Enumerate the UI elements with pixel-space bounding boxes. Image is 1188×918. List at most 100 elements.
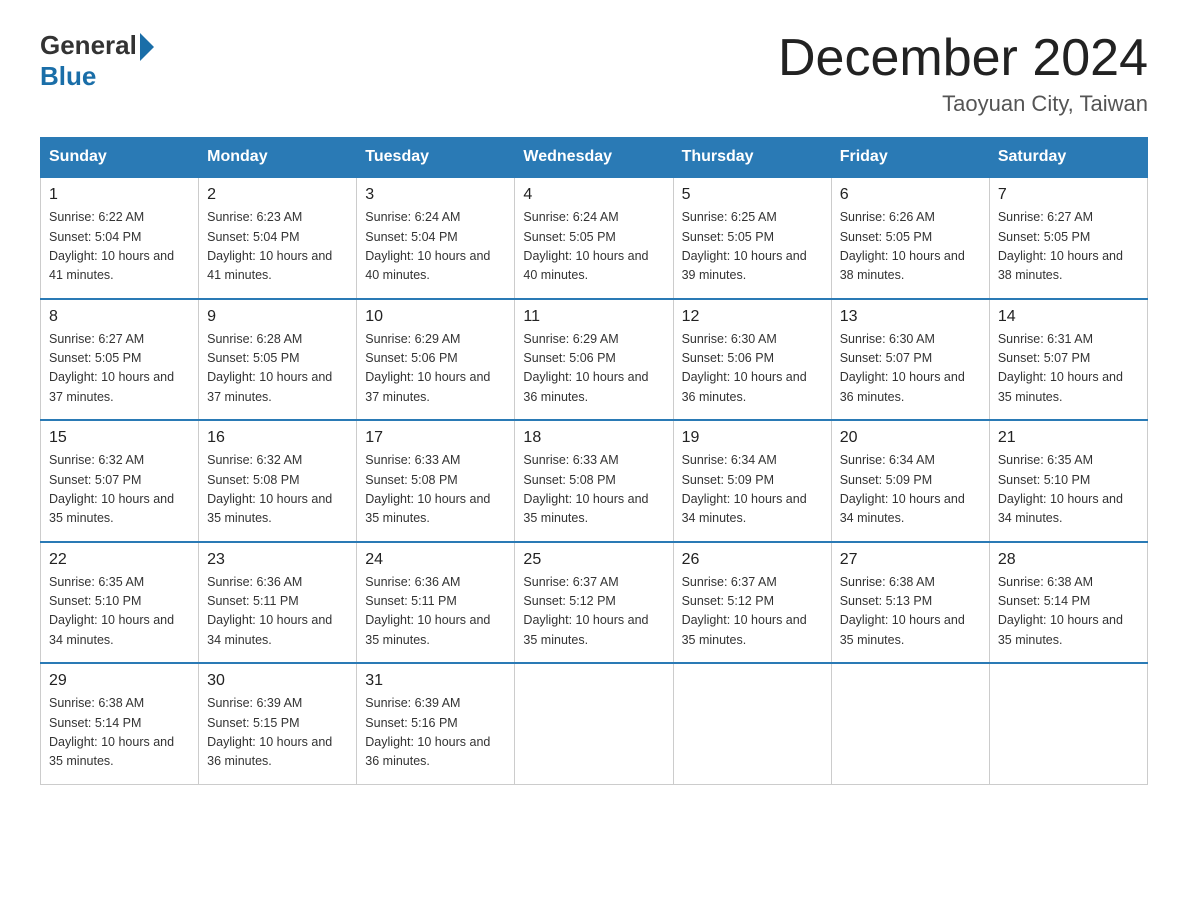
table-row: 2 Sunrise: 6:23 AMSunset: 5:04 PMDayligh…: [199, 177, 357, 299]
table-row: 22 Sunrise: 6:35 AMSunset: 5:10 PMDaylig…: [41, 542, 199, 664]
day-info: Sunrise: 6:27 AMSunset: 5:05 PMDaylight:…: [49, 330, 190, 408]
table-row: 9 Sunrise: 6:28 AMSunset: 5:05 PMDayligh…: [199, 299, 357, 421]
day-info: Sunrise: 6:32 AMSunset: 5:07 PMDaylight:…: [49, 451, 190, 529]
table-row: 5 Sunrise: 6:25 AMSunset: 5:05 PMDayligh…: [673, 177, 831, 299]
day-info: Sunrise: 6:26 AMSunset: 5:05 PMDaylight:…: [840, 208, 981, 286]
day-number: 24: [365, 551, 506, 569]
day-number: 6: [840, 186, 981, 204]
col-header-monday: Monday: [199, 138, 357, 178]
calendar-week-row: 8 Sunrise: 6:27 AMSunset: 5:05 PMDayligh…: [41, 299, 1148, 421]
logo-general-text: General: [40, 30, 137, 61]
table-row: [673, 663, 831, 784]
day-number: 2: [207, 186, 348, 204]
day-number: 3: [365, 186, 506, 204]
day-info: Sunrise: 6:38 AMSunset: 5:13 PMDaylight:…: [840, 573, 981, 651]
table-row: 11 Sunrise: 6:29 AMSunset: 5:06 PMDaylig…: [515, 299, 673, 421]
table-row: 12 Sunrise: 6:30 AMSunset: 5:06 PMDaylig…: [673, 299, 831, 421]
day-info: Sunrise: 6:28 AMSunset: 5:05 PMDaylight:…: [207, 330, 348, 408]
day-number: 15: [49, 429, 190, 447]
table-row: 24 Sunrise: 6:36 AMSunset: 5:11 PMDaylig…: [357, 542, 515, 664]
table-row: 18 Sunrise: 6:33 AMSunset: 5:08 PMDaylig…: [515, 420, 673, 542]
table-row: 19 Sunrise: 6:34 AMSunset: 5:09 PMDaylig…: [673, 420, 831, 542]
logo: General Blue: [40, 30, 154, 92]
day-info: Sunrise: 6:39 AMSunset: 5:15 PMDaylight:…: [207, 694, 348, 772]
col-header-wednesday: Wednesday: [515, 138, 673, 178]
col-header-saturday: Saturday: [989, 138, 1147, 178]
day-info: Sunrise: 6:30 AMSunset: 5:06 PMDaylight:…: [682, 330, 823, 408]
day-number: 14: [998, 308, 1139, 326]
table-row: 31 Sunrise: 6:39 AMSunset: 5:16 PMDaylig…: [357, 663, 515, 784]
table-row: [515, 663, 673, 784]
day-number: 9: [207, 308, 348, 326]
table-row: 7 Sunrise: 6:27 AMSunset: 5:05 PMDayligh…: [989, 177, 1147, 299]
day-info: Sunrise: 6:34 AMSunset: 5:09 PMDaylight:…: [840, 451, 981, 529]
day-number: 13: [840, 308, 981, 326]
day-number: 22: [49, 551, 190, 569]
day-number: 29: [49, 672, 190, 690]
day-info: Sunrise: 6:30 AMSunset: 5:07 PMDaylight:…: [840, 330, 981, 408]
table-row: 21 Sunrise: 6:35 AMSunset: 5:10 PMDaylig…: [989, 420, 1147, 542]
day-number: 7: [998, 186, 1139, 204]
day-number: 25: [523, 551, 664, 569]
table-row: 15 Sunrise: 6:32 AMSunset: 5:07 PMDaylig…: [41, 420, 199, 542]
month-title: December 2024: [778, 30, 1148, 87]
day-info: Sunrise: 6:37 AMSunset: 5:12 PMDaylight:…: [682, 573, 823, 651]
day-info: Sunrise: 6:24 AMSunset: 5:05 PMDaylight:…: [523, 208, 664, 286]
day-info: Sunrise: 6:35 AMSunset: 5:10 PMDaylight:…: [998, 451, 1139, 529]
day-number: 23: [207, 551, 348, 569]
col-header-thursday: Thursday: [673, 138, 831, 178]
day-number: 1: [49, 186, 190, 204]
day-number: 19: [682, 429, 823, 447]
day-info: Sunrise: 6:38 AMSunset: 5:14 PMDaylight:…: [998, 573, 1139, 651]
table-row: 13 Sunrise: 6:30 AMSunset: 5:07 PMDaylig…: [831, 299, 989, 421]
table-row: 30 Sunrise: 6:39 AMSunset: 5:15 PMDaylig…: [199, 663, 357, 784]
col-header-tuesday: Tuesday: [357, 138, 515, 178]
day-number: 10: [365, 308, 506, 326]
table-row: 20 Sunrise: 6:34 AMSunset: 5:09 PMDaylig…: [831, 420, 989, 542]
day-info: Sunrise: 6:39 AMSunset: 5:16 PMDaylight:…: [365, 694, 506, 772]
table-row: 26 Sunrise: 6:37 AMSunset: 5:12 PMDaylig…: [673, 542, 831, 664]
day-info: Sunrise: 6:33 AMSunset: 5:08 PMDaylight:…: [523, 451, 664, 529]
table-row: 3 Sunrise: 6:24 AMSunset: 5:04 PMDayligh…: [357, 177, 515, 299]
col-header-friday: Friday: [831, 138, 989, 178]
day-info: Sunrise: 6:24 AMSunset: 5:04 PMDaylight:…: [365, 208, 506, 286]
day-number: 21: [998, 429, 1139, 447]
table-row: 27 Sunrise: 6:38 AMSunset: 5:13 PMDaylig…: [831, 542, 989, 664]
day-info: Sunrise: 6:35 AMSunset: 5:10 PMDaylight:…: [49, 573, 190, 651]
day-info: Sunrise: 6:36 AMSunset: 5:11 PMDaylight:…: [365, 573, 506, 651]
table-row: 4 Sunrise: 6:24 AMSunset: 5:05 PMDayligh…: [515, 177, 673, 299]
calendar-header-row: Sunday Monday Tuesday Wednesday Thursday…: [41, 138, 1148, 178]
day-number: 28: [998, 551, 1139, 569]
table-row: 14 Sunrise: 6:31 AMSunset: 5:07 PMDaylig…: [989, 299, 1147, 421]
col-header-sunday: Sunday: [41, 138, 199, 178]
day-number: 20: [840, 429, 981, 447]
table-row: 10 Sunrise: 6:29 AMSunset: 5:06 PMDaylig…: [357, 299, 515, 421]
day-info: Sunrise: 6:29 AMSunset: 5:06 PMDaylight:…: [523, 330, 664, 408]
calendar-week-row: 1 Sunrise: 6:22 AMSunset: 5:04 PMDayligh…: [41, 177, 1148, 299]
day-info: Sunrise: 6:32 AMSunset: 5:08 PMDaylight:…: [207, 451, 348, 529]
day-number: 30: [207, 672, 348, 690]
page-header: General Blue December 2024 Taoyuan City,…: [40, 30, 1148, 117]
table-row: 6 Sunrise: 6:26 AMSunset: 5:05 PMDayligh…: [831, 177, 989, 299]
table-row: 23 Sunrise: 6:36 AMSunset: 5:11 PMDaylig…: [199, 542, 357, 664]
day-info: Sunrise: 6:22 AMSunset: 5:04 PMDaylight:…: [49, 208, 190, 286]
table-row: 16 Sunrise: 6:32 AMSunset: 5:08 PMDaylig…: [199, 420, 357, 542]
day-info: Sunrise: 6:25 AMSunset: 5:05 PMDaylight:…: [682, 208, 823, 286]
day-info: Sunrise: 6:36 AMSunset: 5:11 PMDaylight:…: [207, 573, 348, 651]
calendar-week-row: 29 Sunrise: 6:38 AMSunset: 5:14 PMDaylig…: [41, 663, 1148, 784]
logo-blue-text: Blue: [40, 61, 96, 92]
day-info: Sunrise: 6:38 AMSunset: 5:14 PMDaylight:…: [49, 694, 190, 772]
day-info: Sunrise: 6:37 AMSunset: 5:12 PMDaylight:…: [523, 573, 664, 651]
day-info: Sunrise: 6:29 AMSunset: 5:06 PMDaylight:…: [365, 330, 506, 408]
day-number: 18: [523, 429, 664, 447]
table-row: 29 Sunrise: 6:38 AMSunset: 5:14 PMDaylig…: [41, 663, 199, 784]
title-block: December 2024 Taoyuan City, Taiwan: [778, 30, 1148, 117]
table-row: [831, 663, 989, 784]
location-subtitle: Taoyuan City, Taiwan: [778, 91, 1148, 117]
day-number: 11: [523, 308, 664, 326]
day-info: Sunrise: 6:34 AMSunset: 5:09 PMDaylight:…: [682, 451, 823, 529]
day-info: Sunrise: 6:27 AMSunset: 5:05 PMDaylight:…: [998, 208, 1139, 286]
day-number: 26: [682, 551, 823, 569]
table-row: 25 Sunrise: 6:37 AMSunset: 5:12 PMDaylig…: [515, 542, 673, 664]
day-info: Sunrise: 6:23 AMSunset: 5:04 PMDaylight:…: [207, 208, 348, 286]
